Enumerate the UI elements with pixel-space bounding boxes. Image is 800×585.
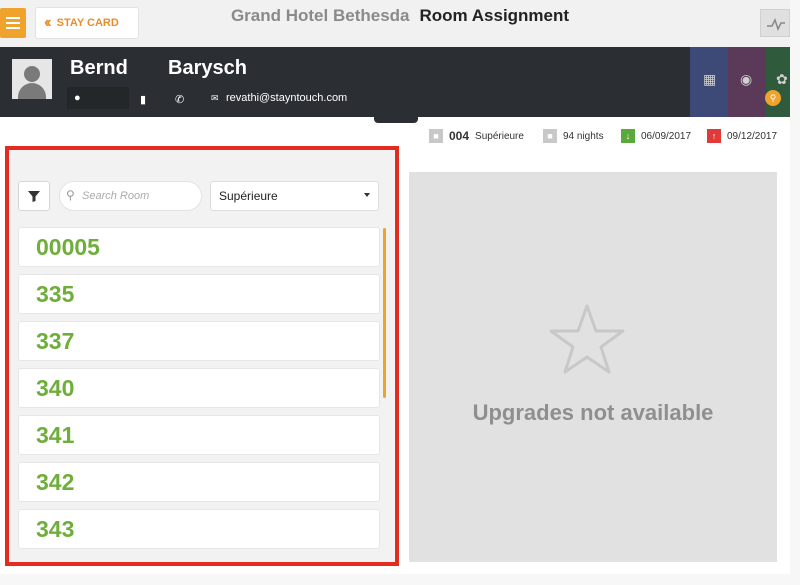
list-item[interactable]: 335	[18, 274, 380, 314]
window-edge	[790, 0, 800, 585]
room-number: 004	[449, 129, 470, 143]
guest-bar-handle[interactable]	[374, 117, 418, 123]
list-item[interactable]: 337	[18, 321, 380, 361]
arrival-arrow-icon: ↓	[621, 129, 635, 143]
guest-bar: Bernd Barysch ● ▮ ✆ ✉ revathi@stayntouch…	[0, 47, 800, 117]
list-item[interactable]: 342	[18, 462, 380, 502]
room-list-number: 341	[36, 421, 75, 448]
moon-icon: ■	[543, 129, 557, 143]
bed-icon: ■	[429, 129, 443, 143]
room-type-selected: Supérieure	[219, 189, 278, 203]
activity-icon	[767, 18, 785, 31]
room-list-number: 335	[36, 280, 75, 307]
room-list: 00005 335 337 340 341 342 343	[18, 227, 380, 556]
filter-button[interactable]	[18, 181, 50, 211]
globe-icon: ◉	[740, 71, 753, 87]
stay-nights: ■ 94 nights	[543, 127, 604, 145]
chevron-down-icon	[364, 193, 370, 197]
room-list-number: 337	[36, 327, 75, 354]
room-list-scrollbar[interactable]	[383, 228, 386, 398]
star-icon	[549, 304, 625, 374]
tab-web[interactable]: ◉	[728, 47, 766, 117]
activity-button[interactable]	[760, 9, 790, 37]
phone-icon: ✆	[175, 94, 185, 106]
building-icon: ▦	[703, 71, 717, 87]
upgrades-message: Upgrades not available	[472, 400, 714, 425]
list-item[interactable]: 343	[18, 509, 380, 549]
avatar	[12, 59, 52, 99]
page-title: Room Assignment	[419, 6, 570, 25]
rewards-icon: ✿	[776, 71, 788, 87]
guest-email: revathi@stayntouch.com	[226, 92, 348, 104]
search-room-input[interactable]	[59, 181, 202, 211]
guest-first-name: Bernd	[70, 57, 128, 79]
stay-arrival: ↓ 06/09/2017	[621, 127, 691, 145]
departure-date: 09/12/2017	[727, 130, 778, 142]
room-list-number: 342	[36, 468, 75, 495]
room-type-select[interactable]: Supérieure	[210, 181, 379, 211]
search-badge-icon[interactable]: ⚲	[765, 90, 781, 106]
room-type: Supérieure	[475, 130, 524, 142]
nights-count: 94 nights	[563, 130, 604, 142]
room-list-number: 340	[36, 374, 75, 401]
page-heading: Grand Hotel Bethesda Room Assignment	[0, 6, 800, 26]
list-item[interactable]: 340	[18, 368, 380, 408]
location-field[interactable]: ●	[67, 87, 129, 109]
room-list-number: 00005	[36, 233, 100, 260]
tab-room[interactable]: ▦	[690, 47, 728, 117]
window-edge	[0, 574, 800, 585]
location-pin-icon: ●	[74, 92, 81, 104]
filter-icon	[28, 191, 40, 202]
arrival-date: 06/09/2017	[641, 130, 692, 142]
room-list-number: 343	[36, 515, 75, 542]
departure-arrow-icon: ↑	[707, 129, 721, 143]
guest-last-name: Barysch	[168, 57, 247, 79]
list-item[interactable]: 341	[18, 415, 380, 455]
stay-room: ■ 004 Supérieure	[429, 127, 524, 145]
upgrades-panel: Upgrades not available	[409, 172, 777, 562]
list-item[interactable]: 00005	[18, 227, 380, 267]
mobile-icon: ▮	[140, 94, 147, 106]
stay-departure: ↑ 09/12/2017	[707, 127, 777, 145]
search-icon: ⚲	[66, 188, 75, 202]
top-bar: ‹‹ STAY CARD Grand Hotel Bethesda Room As…	[0, 0, 800, 47]
hotel-name: Grand Hotel Bethesda	[230, 6, 410, 25]
email-icon: ✉	[211, 93, 219, 103]
